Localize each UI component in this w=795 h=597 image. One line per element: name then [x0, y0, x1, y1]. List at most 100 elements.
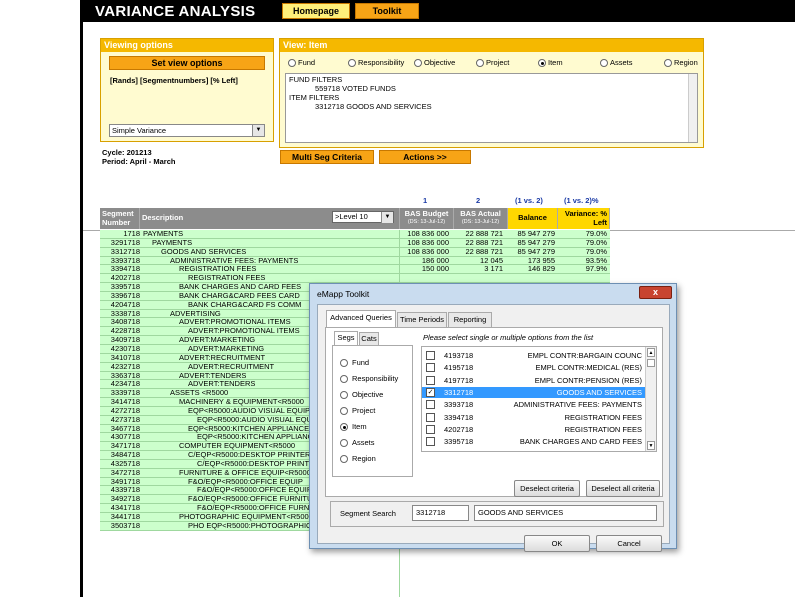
- radio-responsibility[interactable]: Responsibility: [348, 58, 404, 67]
- radio-button-icon[interactable]: [348, 58, 356, 67]
- segment-number-cell: 4230718: [110, 343, 140, 353]
- actual-header-label: BAS Actual: [460, 209, 501, 218]
- close-button[interactable]: x: [639, 286, 672, 299]
- actual-cell: 3 171: [484, 264, 503, 274]
- list-item[interactable]: 3394718 REGISTRATION FEES: [422, 412, 646, 423]
- filters-scrollbar[interactable]: [688, 74, 697, 142]
- column-number-2: 2: [476, 196, 481, 205]
- segment-number-cell: 4341718: [110, 503, 140, 513]
- seg-type-radio-item[interactable]: Item: [340, 422, 367, 431]
- tab-advanced-queries[interactable]: Advanced Queries: [326, 310, 396, 327]
- segment-number-header: Segment Number: [100, 208, 140, 229]
- radio-label: Project: [486, 58, 510, 67]
- tab-reporting[interactable]: Reporting: [448, 312, 492, 327]
- radio-button-icon[interactable]: [340, 454, 348, 463]
- list-item-code: 4193718: [444, 351, 474, 360]
- radio-button-icon[interactable]: [600, 58, 608, 67]
- segment-number-cell: 3484718: [110, 450, 140, 460]
- radio-button-icon[interactable]: [340, 406, 348, 415]
- radio-label: Objective: [352, 390, 384, 399]
- list-scrollbar[interactable]: ▲ ▼: [645, 347, 656, 451]
- cycle-label: Cycle: 201213: [102, 148, 152, 157]
- list-item[interactable]: 4197718 EMPL CONTR:PENSION (RES): [422, 375, 646, 386]
- seg-type-radio-fund[interactable]: Fund: [340, 358, 369, 367]
- radio-button-icon[interactable]: [476, 58, 484, 67]
- radio-assets[interactable]: Assets: [600, 58, 633, 67]
- ok-button[interactable]: OK: [524, 535, 590, 552]
- homepage-button[interactable]: Homepage: [282, 3, 350, 19]
- subtab-cats[interactable]: Cats: [359, 332, 379, 345]
- cancel-button[interactable]: Cancel: [596, 535, 662, 552]
- seg-type-radio-project[interactable]: Project: [340, 406, 375, 415]
- segment-number-cell: 3395718: [110, 282, 140, 292]
- list-item-description: EMPL CONTR:BARGAIN COUNC: [527, 351, 642, 360]
- radio-label: Responsibility: [358, 58, 405, 67]
- radio-button-icon[interactable]: [340, 358, 348, 367]
- list-item[interactable]: ✓ 3312718 GOODS AND SERVICES: [422, 386, 646, 398]
- scroll-down-icon[interactable]: ▼: [647, 441, 655, 450]
- level-select[interactable]: >Level 10 ▼: [332, 211, 394, 223]
- checkbox-checked-icon[interactable]: ✓: [426, 387, 435, 397]
- multi-seg-criteria-button[interactable]: Multi Seg Criteria: [280, 150, 374, 164]
- seg-type-radio-assets[interactable]: Assets: [340, 438, 375, 447]
- radio-button-icon[interactable]: [538, 58, 546, 67]
- table-row[interactable]: 3394718 REGISTRATION FEES 150 000 3 171 146 …: [100, 264, 610, 275]
- radio-button-icon[interactable]: [340, 422, 348, 431]
- variance-type-select[interactable]: Simple Variance ▼: [109, 124, 265, 137]
- radio-button-icon[interactable]: [288, 58, 296, 67]
- list-item-code: 4195718: [444, 363, 474, 373]
- list-item[interactable]: 3393718 ADMINISTRATIVE FEES: PAYMENTS: [422, 399, 646, 410]
- checkbox-icon[interactable]: [426, 351, 435, 360]
- chevron-down-icon[interactable]: ▼: [252, 125, 264, 136]
- tab-time-periods[interactable]: Time Periods: [397, 312, 447, 327]
- description-cell: PAYMENTS: [152, 238, 193, 247]
- scroll-up-icon[interactable]: ▲: [647, 348, 655, 357]
- seg-type-radio-objective[interactable]: Objective: [340, 390, 383, 399]
- budget-cell: 108 836 000: [407, 246, 449, 256]
- actions-button[interactable]: Actions >>: [379, 150, 471, 164]
- radio-button-icon[interactable]: [340, 438, 348, 447]
- radio-button-icon[interactable]: [340, 390, 348, 399]
- checkbox-icon[interactable]: [426, 400, 435, 410]
- radio-button-icon[interactable]: [664, 58, 672, 67]
- list-item-description: REGISTRATION FEES: [564, 424, 642, 434]
- radio-button-icon[interactable]: [340, 374, 348, 383]
- segment-number-cell: 3312718: [110, 246, 140, 256]
- table-row[interactable]: 4202718 REGISTRATION FEES: [100, 274, 610, 284]
- deselect-all-criteria-button[interactable]: Deselect all criteria: [586, 480, 660, 497]
- seg-type-radio-responsibility[interactable]: Responsibility: [340, 374, 398, 383]
- list-item-code: 3312718: [444, 387, 474, 397]
- deselect-criteria-button[interactable]: Deselect criteria: [514, 480, 580, 497]
- segment-number-cell: 3467718: [110, 423, 140, 433]
- subtab-segs[interactable]: Segs: [334, 331, 358, 345]
- list-item[interactable]: 4202718 REGISTRATION FEES: [422, 424, 646, 435]
- segment-search-description-input[interactable]: GOODS AND SERVICES: [474, 505, 657, 521]
- radio-region[interactable]: Region: [664, 58, 698, 67]
- checkbox-icon[interactable]: [426, 412, 435, 422]
- checkbox-icon[interactable]: [426, 424, 435, 434]
- radio-label: Responsibility: [352, 374, 399, 383]
- set-view-options-button[interactable]: Set view options: [109, 56, 265, 70]
- toolkit-button[interactable]: Toolkit: [355, 3, 419, 19]
- segment-search-code-input[interactable]: 3312718: [412, 505, 469, 521]
- chevron-down-icon[interactable]: ▼: [381, 212, 393, 223]
- radio-project[interactable]: Project: [476, 58, 509, 67]
- app-title: VARIANCE ANALYSIS: [95, 3, 256, 20]
- radio-fund[interactable]: Fund: [288, 58, 315, 67]
- variance-cell: 79.0%: [585, 237, 607, 247]
- budget-header-label: BAS Budget: [404, 209, 449, 218]
- radio-button-icon[interactable]: [414, 58, 422, 67]
- list-item[interactable]: 4193718 EMPL CONTR:BARGAIN COUNC: [422, 350, 646, 361]
- scroll-thumb[interactable]: [647, 359, 655, 367]
- checkbox-icon[interactable]: [426, 363, 435, 373]
- actual-cell: 22 888 721: [465, 237, 503, 247]
- balance-cell: 85 947 279: [517, 246, 555, 256]
- radio-objective[interactable]: Objective: [414, 58, 455, 67]
- list-item-code: 4202718: [444, 424, 474, 434]
- list-item[interactable]: 4195718 EMPL CONTR:MEDICAL (RES): [422, 362, 646, 373]
- checkbox-icon[interactable]: [426, 437, 435, 447]
- checkbox-icon[interactable]: [426, 375, 435, 385]
- seg-type-radio-region[interactable]: Region: [340, 454, 376, 463]
- list-item[interactable]: 3395718 BANK CHARGES AND CARD FEES: [422, 436, 646, 447]
- radio-item[interactable]: Item: [538, 58, 563, 67]
